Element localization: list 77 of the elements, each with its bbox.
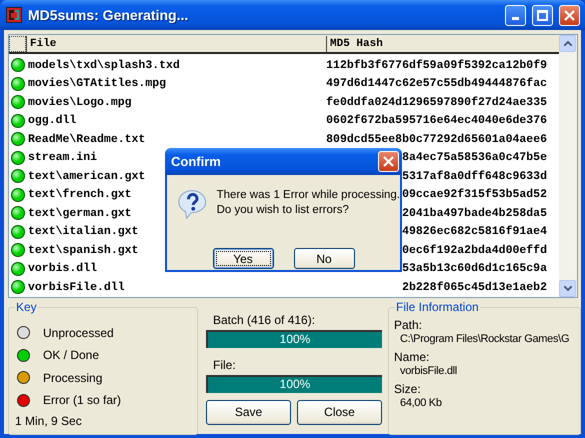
dialog-title: Confirm [171,154,222,169]
file-name: ogg.dll [28,114,76,128]
minimize-icon [512,16,519,20]
status-dot [11,169,25,184]
status-dot [11,132,25,146]
status-dot [11,76,25,91]
hash-value: 0602f672ba595716e64ec4040e6de376 [326,114,547,128]
status-dot [11,114,25,128]
field-label: Path: [394,318,424,332]
hash-value: 497d6d1447c62e57c55db49444876fac [326,77,547,90]
hash-value: 49826ec682c5816f91ae4 [402,225,547,238]
progress-label: Batch (416 of 416): [212,312,316,328]
file-name: movies\GTAtitles.mpg [28,77,166,90]
close-button[interactable] [378,151,399,172]
file-name: text\italian.gxt [28,225,138,238]
key-label: OK / Done [43,348,100,362]
key-label: Error (1 so far) [43,393,122,408]
file-name: vorbis.dll [28,262,98,276]
file-name: vorbisFile.dll [28,280,125,294]
progress-reading: 100% [278,376,312,392]
progress-label: File: [212,358,237,374]
hash-value: 2b228f065c45d13e1aeb2 [402,280,547,294]
status-dot [11,95,25,110]
dialog-message: There was 1 Error while processing. Do you wish to list errors? [216,188,400,218]
hash-value: 53a5b13c60d6d1c165c9a [402,262,547,276]
key-label: Processing [43,370,102,385]
status-dot [11,188,25,202]
header-corner[interactable] [9,36,26,52]
group-title: Key [15,300,38,314]
window-title: MD5sums: Generating... [28,7,190,23]
file-name: models\txd\splash3.txd [28,58,180,72]
file-name: movies\Logo.mpg [28,96,132,109]
file-name: text\american.gxt [28,170,146,183]
hash-value: 2041ba497bade4b258da5 [402,206,547,220]
maximize-icon [537,10,548,20]
status-dot [11,280,25,294]
status-dot [11,243,25,258]
no-button[interactable]: No [294,248,354,269]
scroll-down-button[interactable] [559,280,576,296]
hash-value: 112bfb3f6776df59a09f5392ca12b0f9 [326,58,547,72]
hash-value: 0ec6f192a2bda4d00effd [402,244,547,257]
hash-value: 09ccae92f315f53b5ad52 [402,188,547,202]
scroll-up-button[interactable] [559,35,576,52]
hash-value: 809dcd55ee8b0c77292d65601a04aee6 [326,132,547,146]
elapsed-time: 1 Min, 9 Sec [15,414,83,430]
column-header[interactable]: File [26,36,326,52]
file-name: ReadMe\Readme.txt [28,132,146,146]
hash-value: fe0ddfa024d1296597890f27d24ae335 [326,96,547,109]
status-dot [11,206,25,220]
field-value: 64,00 Kb [399,396,442,410]
hash-value: 8a4ec75a58536a0c47b5e [402,151,547,164]
question-icon [177,188,208,220]
file-name: text\french.gxt [28,188,132,202]
maximize-button[interactable] [532,4,553,26]
file-name: stream.ini [28,151,98,164]
close-icon [564,10,575,20]
status-dot [11,224,25,239]
close-icon [383,156,394,167]
status-dot [11,150,25,165]
field-label: Size: [394,382,422,396]
progress-reading: 100% [278,332,312,346]
close-button[interactable] [559,4,580,26]
field-label: Name: [394,350,430,364]
key-label: Unprocessed [43,326,114,340]
minimize-button[interactable] [505,4,526,26]
hash-value: 5317af8a0dff648c9633d [402,170,547,183]
group-title: File Information [395,300,480,314]
field-value: vorbisFile.dll [399,364,457,378]
file-name: text\spanish.gxt [28,244,138,257]
status-dot [11,58,25,72]
app-icon [6,7,22,23]
status-dot [11,262,25,276]
yes-button[interactable]: Yes [212,248,274,269]
file-name: text\german.gxt [28,206,132,220]
field-value: C:\Program Files\Rockstar Games\G [399,332,570,346]
save-button[interactable]: Save [206,400,291,424]
close-button[interactable]: Close [297,400,382,424]
